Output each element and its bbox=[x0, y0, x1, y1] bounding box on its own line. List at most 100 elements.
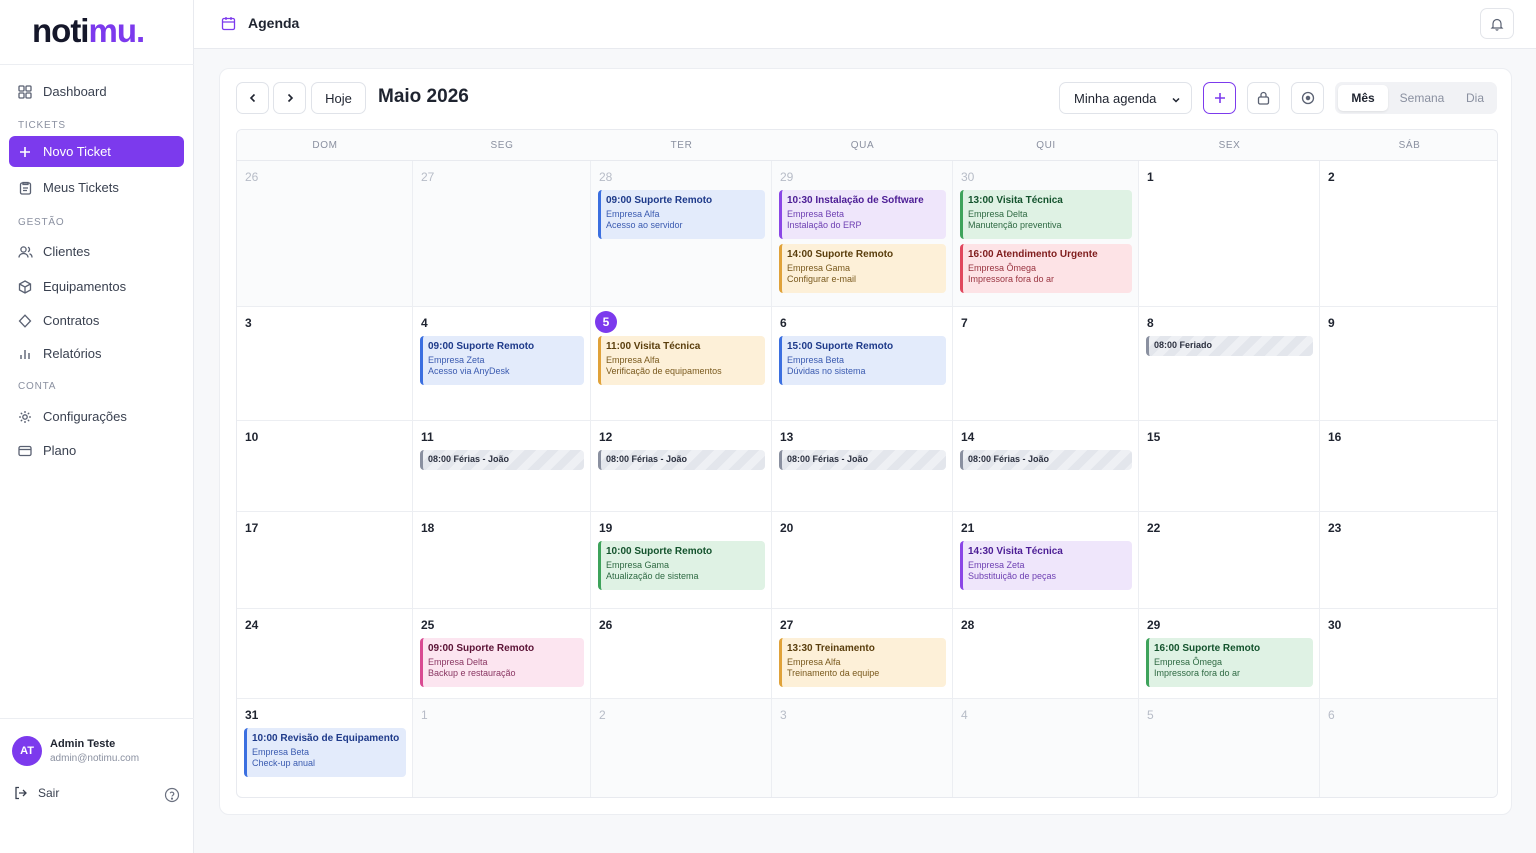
day-cell[interactable]: 1 bbox=[1139, 161, 1320, 307]
calendar-event[interactable]: 10:00 Revisão de Equipamento Empresa Beta… bbox=[244, 728, 406, 777]
calendar-event[interactable]: 16:00 Atendimento Urgente Empresa Ômega Im… bbox=[960, 244, 1132, 293]
day-cell[interactable]: 24 bbox=[237, 609, 413, 699]
calendar-event[interactable]: 13:00 Visita Técnica Empresa Delta Manuten… bbox=[960, 190, 1132, 239]
add-event-button[interactable] bbox=[1203, 82, 1236, 114]
day-cell[interactable]: 7 bbox=[953, 307, 1139, 421]
day-cell[interactable]: 3 bbox=[237, 307, 413, 421]
day-cell[interactable]: 5 bbox=[1139, 699, 1320, 797]
event-title: 16:00 Atendimento Urgente bbox=[968, 249, 1098, 260]
day-cell[interactable]: 13 08:00 Férias - João bbox=[772, 421, 953, 512]
day-cell[interactable]: 22 bbox=[1139, 512, 1320, 609]
tab-day[interactable]: Dia bbox=[1456, 85, 1494, 111]
day-cell[interactable]: 18 bbox=[413, 512, 591, 609]
sidebar-item-contracts[interactable]: Contratos bbox=[9, 305, 184, 336]
calendar-event[interactable]: 14:30 Visita Técnica Empresa Zeta Substitu… bbox=[960, 541, 1132, 590]
day-cell[interactable]: 3 bbox=[772, 699, 953, 797]
prev-month-button[interactable] bbox=[236, 82, 269, 114]
day-cell[interactable]: 25 09:00 Suporte Remoto Empresa Delta Backu… bbox=[413, 609, 591, 699]
calendar-event[interactable]: 14:00 Suporte Remoto Empresa Gama Configur… bbox=[779, 244, 946, 293]
sidebar-item-label: Clientes bbox=[43, 244, 90, 259]
sidebar-item-settings[interactable]: Configurações bbox=[9, 401, 184, 432]
day-cell[interactable]: 15 bbox=[1139, 421, 1320, 512]
clipboard-icon bbox=[17, 180, 33, 196]
day-cell[interactable]: 11 08:00 Férias - João bbox=[413, 421, 591, 512]
day-cell[interactable]: 27 bbox=[413, 161, 591, 307]
tab-week[interactable]: Semana bbox=[1388, 85, 1456, 111]
sidebar-item-new-ticket[interactable]: Novo Ticket bbox=[9, 136, 184, 167]
tab-month[interactable]: Mês bbox=[1338, 85, 1388, 111]
day-cell[interactable]: 1 bbox=[413, 699, 591, 797]
sidebar-item-my-tickets[interactable]: Meus Tickets bbox=[9, 172, 184, 203]
sidebar-item-plan[interactable]: Plano bbox=[9, 435, 184, 466]
day-cell[interactable]: 12 08:00 Férias - João bbox=[591, 421, 772, 512]
day-cell[interactable]: 20 bbox=[772, 512, 953, 609]
all-day-event[interactable]: 08:00 Férias - João bbox=[420, 450, 584, 470]
month-title: Maio 2026 bbox=[378, 86, 469, 107]
calendar-event[interactable]: 16:00 Suporte Remoto Empresa Ômega Impress… bbox=[1146, 638, 1313, 687]
day-cell[interactable]: 16 bbox=[1320, 421, 1497, 512]
day-number: 11 bbox=[421, 430, 434, 444]
calendar-event[interactable]: 13:30 Treinamento Empresa Alfa Treinamento… bbox=[779, 638, 946, 687]
lock-button[interactable] bbox=[1247, 82, 1280, 114]
next-month-button[interactable] bbox=[273, 82, 306, 114]
day-cell[interactable]: 9 bbox=[1320, 307, 1497, 421]
event-description: Treinamento da equipe bbox=[787, 668, 880, 678]
calendar-event[interactable]: 11:00 Visita Técnica Empresa Alfa Verifica… bbox=[598, 336, 765, 385]
calendar-event[interactable]: 09:00 Suporte Remoto Empresa Delta Backup … bbox=[420, 638, 584, 687]
sidebar-item-dashboard[interactable]: Dashboard bbox=[9, 76, 184, 107]
calendar-event[interactable]: 09:00 Suporte Remoto Empresa Alfa Acesso a… bbox=[598, 190, 765, 239]
section-label-tickets: TICKETS bbox=[18, 120, 66, 131]
day-number: 31 bbox=[245, 708, 259, 722]
calendar-event[interactable]: 10:30 Instalação de Software Empresa Beta… bbox=[779, 190, 946, 239]
day-cell[interactable]: 5 11:00 Visita Técnica Empresa Alfa Verific… bbox=[591, 307, 772, 421]
day-cell[interactable]: 14 08:00 Férias - João bbox=[953, 421, 1139, 512]
sidebar-item-clients[interactable]: Clientes bbox=[9, 236, 184, 267]
day-cell[interactable]: 17 bbox=[237, 512, 413, 609]
day-cell[interactable]: 30 bbox=[1320, 609, 1497, 699]
day-number: 1 bbox=[1147, 170, 1154, 184]
event-title: 16:00 Suporte Remoto bbox=[1154, 643, 1261, 654]
day-cell[interactable]: 28 bbox=[953, 609, 1139, 699]
logo[interactable]: notimu. bbox=[32, 12, 145, 50]
day-cell[interactable]: 8 08:00 Feriado bbox=[1139, 307, 1320, 421]
day-cell[interactable]: 23 bbox=[1320, 512, 1497, 609]
agenda-select[interactable]: Minha agenda bbox=[1059, 82, 1192, 114]
day-cell[interactable]: 21 14:30 Visita Técnica Empresa Zeta Substi… bbox=[953, 512, 1139, 609]
calendar-event[interactable]: 09:00 Suporte Remoto Empresa Zeta Acesso v… bbox=[420, 336, 584, 385]
all-day-event[interactable]: 08:00 Férias - João bbox=[960, 450, 1132, 470]
day-cell[interactable]: 2 bbox=[1320, 161, 1497, 307]
day-cell[interactable]: 29 10:30 Instalação de Software Empresa Be… bbox=[772, 161, 953, 307]
today-button[interactable]: Hoje bbox=[311, 82, 366, 114]
day-cell[interactable]: 4 bbox=[953, 699, 1139, 797]
logout-icon bbox=[14, 786, 28, 800]
sidebar-item-equipment[interactable]: Equipamentos bbox=[9, 271, 184, 302]
all-day-event[interactable]: 08:00 Férias - João bbox=[598, 450, 765, 470]
avatar[interactable]: AT bbox=[12, 736, 42, 766]
sidebar: notimu. Dashboard TICKETS Novo Ticket Me… bbox=[0, 0, 194, 853]
day-cell[interactable]: 26 bbox=[237, 161, 413, 307]
day-cell[interactable]: 6 15:00 Suporte Remoto Empresa Beta Dúvidas… bbox=[772, 307, 953, 421]
day-cell[interactable]: 2 bbox=[591, 699, 772, 797]
day-cell[interactable]: 6 bbox=[1320, 699, 1497, 797]
day-cell[interactable]: 31 10:00 Revisão de Equipamento Empresa Be… bbox=[237, 699, 413, 797]
notifications-button[interactable] bbox=[1480, 8, 1514, 39]
calendar-event[interactable]: 15:00 Suporte Remoto Empresa Beta Dúvidas … bbox=[779, 336, 946, 385]
day-cell[interactable]: 27 13:30 Treinamento Empresa Alfa Treinamen… bbox=[772, 609, 953, 699]
help-icon[interactable] bbox=[164, 787, 180, 803]
calendar-event[interactable]: 10:00 Suporte Remoto Empresa Gama Atualiza… bbox=[598, 541, 765, 590]
all-day-event[interactable]: 08:00 Férias - João bbox=[779, 450, 946, 470]
day-cell[interactable]: 10 bbox=[237, 421, 413, 512]
target-button[interactable] bbox=[1291, 82, 1324, 114]
logout-button[interactable]: Sair bbox=[14, 786, 59, 800]
day-cell[interactable]: 28 09:00 Suporte Remoto Empresa Alfa Acesso… bbox=[591, 161, 772, 307]
day-cell[interactable]: 19 10:00 Suporte Remoto Empresa Gama Atuali… bbox=[591, 512, 772, 609]
day-cell[interactable]: 30 13:00 Visita Técnica Empresa Delta Manut… bbox=[953, 161, 1139, 307]
day-cell[interactable]: 4 09:00 Suporte Remoto Empresa Zeta Acesso … bbox=[413, 307, 591, 421]
day-cell[interactable]: 26 bbox=[591, 609, 772, 699]
sidebar-item-reports[interactable]: Relatórios bbox=[9, 338, 184, 369]
day-cell[interactable]: 29 16:00 Suporte Remoto Empresa Ômega Impre… bbox=[1139, 609, 1320, 699]
day-number: 26 bbox=[245, 170, 259, 184]
day-number: 4 bbox=[961, 708, 968, 722]
event-company: Empresa Delta bbox=[968, 209, 1028, 219]
all-day-event[interactable]: 08:00 Feriado bbox=[1146, 336, 1313, 356]
